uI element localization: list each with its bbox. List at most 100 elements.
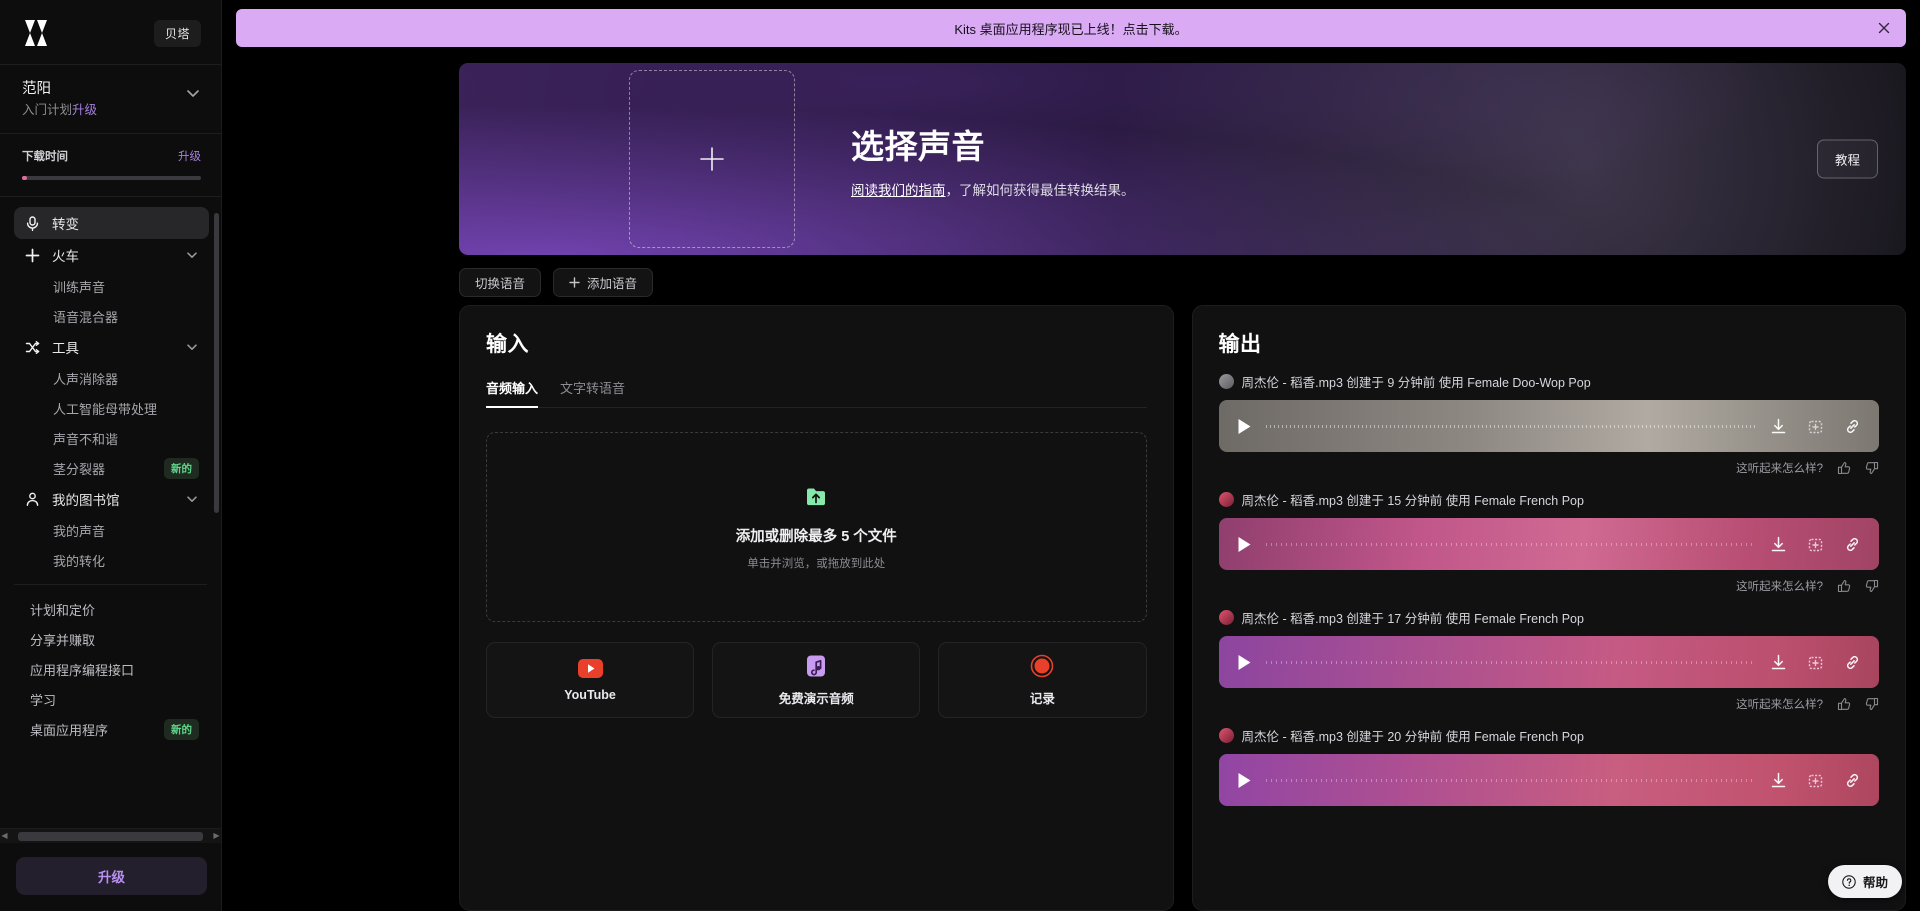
track-feedback: 这听起来怎么样? [1219,696,1880,712]
scroll-left-arrow-icon[interactable]: ◀ [0,832,9,840]
source-record-button[interactable]: 记录 [938,642,1147,718]
kits-logo-icon[interactable] [22,18,56,48]
usage-row: 下载时间 升级 [22,148,201,164]
source-label: 免费演示音频 [778,691,854,706]
sidebar-link-desktop-app[interactable]: 桌面应用程序 新的 [14,714,209,744]
file-dropzone[interactable]: 添加或删除最多 5 个文件 单击并浏览，或拖放到此处 [486,432,1147,622]
link-icon[interactable] [1844,772,1861,789]
dropzone-title: 添加或删除最多 5 个文件 [735,528,897,545]
account-name: 范阳 [22,81,51,97]
scroll-right-arrow-icon[interactable]: ▶ [212,832,221,840]
link-icon[interactable] [1844,654,1861,671]
thumbs-up-icon[interactable] [1837,579,1851,593]
track-header: 周杰伦 - 稻香.mp3 创建于 15 分钟前 使用 Female French… [1218,490,1880,509]
account-plan-upgrade-link[interactable]: 升级 [72,103,97,117]
select-voice-dropzone[interactable] [629,70,795,248]
thumbs-down-icon[interactable] [1865,461,1879,475]
plus-icon [569,277,580,288]
tutorial-button[interactable]: 教程 [1816,139,1878,179]
sidebar-item-convert[interactable]: 转变 [14,207,209,239]
player-actions [1770,654,1861,671]
new-badge: 新的 [164,457,199,479]
help-button[interactable]: 帮助 [1827,865,1902,898]
download-icon[interactable] [1770,772,1787,789]
sidebar-item-label: 我的声音 [53,523,106,539]
track-feedback: 这听起来怎么样? [1219,578,1880,594]
waveform[interactable] [1265,660,1756,664]
sidebar-link-label: 应用程序编程接口 [30,662,135,678]
sidebar-horizontal-scrollbar[interactable]: ◀ ▶ [0,828,221,843]
save-icon[interactable] [1807,654,1824,671]
link-icon[interactable] [1844,418,1861,435]
add-voice-button[interactable]: 添加语音 [553,268,654,297]
thumbs-down-icon[interactable] [1865,697,1879,711]
tab-text-to-speech[interactable]: 文字转语音 [560,378,625,407]
sidebar-header: 贝塔 [0,0,221,64]
audio-player[interactable] [1218,636,1879,688]
sidebar-link-api[interactable]: 应用程序编程接口 [14,654,209,684]
sidebar-item-voice-discord[interactable]: 声音不和谐 [14,423,209,453]
main-content: Kits 桌面应用程序现已上线！点击下载。 选择声音 阅读我们的指南，了解如何获… [222,0,1920,911]
sidebar-link-learn[interactable]: 学习 [14,684,209,714]
play-icon[interactable] [1237,772,1252,789]
sidebar-link-share-earn[interactable]: 分享并赚取 [14,624,209,654]
thumbs-up-icon[interactable] [1837,697,1851,711]
switch-voice-label: 切换语音 [475,277,526,291]
upgrade-button[interactable]: 升级 [16,857,207,895]
chevron-down-icon [187,252,197,258]
download-icon[interactable] [1770,654,1787,671]
track-header: 周杰伦 - 稻香.mp3 创建于 20 分钟前 使用 Female French… [1218,726,1880,745]
thumbs-up-icon[interactable] [1837,461,1851,475]
sidebar-item-my-library[interactable]: 我的图书馆 [14,483,209,515]
shuffle-icon [25,340,40,354]
audio-player[interactable] [1218,518,1879,570]
sidebar-item-train-voice[interactable]: 训练声音 [14,271,209,301]
feedback-label: 这听起来怎么样? [1736,463,1823,475]
play-icon[interactable] [1237,418,1252,435]
sidebar-item-stem-splitter[interactable]: 茎分裂器 新的 [14,453,209,483]
save-icon[interactable] [1807,536,1824,553]
account-switcher[interactable]: 范阳 入门计划升级 [0,65,221,133]
play-icon[interactable] [1237,536,1252,553]
sidebar-item-train[interactable]: 火车 [14,239,209,271]
download-icon[interactable] [1770,536,1787,553]
waveform[interactable] [1265,424,1756,428]
sidebar-item-ai-mastering[interactable]: 人工智能母带处理 [14,393,209,423]
thumbs-down-icon[interactable] [1865,579,1879,593]
sidebar-item-vocal-remover[interactable]: 人声消除器 [14,363,209,393]
sidebar-item-my-conversions[interactable]: 我的转化 [14,545,209,575]
source-youtube-button[interactable]: YouTube [486,642,695,718]
usage-upgrade-link[interactable]: 升级 [178,148,201,164]
music-note-icon [807,655,826,676]
guide-link[interactable]: 阅读我们的指南 [851,183,946,198]
sidebar-link-plans-pricing[interactable]: 计划和定价 [14,594,209,624]
audio-player[interactable] [1218,400,1879,452]
save-icon[interactable] [1807,418,1824,435]
save-icon[interactable] [1807,772,1824,789]
waveform[interactable] [1265,778,1756,782]
player-actions [1770,772,1861,789]
waveform[interactable] [1265,542,1756,546]
close-icon[interactable] [1876,20,1892,36]
sidebar-item-tools[interactable]: 工具 [14,331,209,363]
announcement-text: Kits 桌面应用程序现已上线！点击下载。 [954,21,1188,37]
audio-player[interactable] [1218,754,1879,806]
output-track: 周杰伦 - 稻香.mp3 创建于 9 分钟前 使用 Female Doo-Wop… [1218,372,1879,476]
sidebar-vertical-scrollbar[interactable] [214,213,219,513]
sidebar-item-voice-blender[interactable]: 语音混合器 [14,301,209,331]
beta-badge: 贝塔 [153,19,201,47]
sidebar-item-my-voices[interactable]: 我的声音 [14,515,209,545]
sidebar-item-label: 工具 [52,341,79,356]
source-free-demo-audio-button[interactable]: 免费演示音频 [712,642,921,718]
announcement-banner[interactable]: Kits 桌面应用程序现已上线！点击下载。 [236,9,1906,47]
account-plan: 入门计划升级 [22,103,98,117]
download-icon[interactable] [1770,418,1787,435]
hero-title: 选择声音 [851,127,985,165]
scrollbar-thumb[interactable] [18,831,203,841]
switch-voice-button[interactable]: 切换语音 [459,268,542,297]
link-icon[interactable] [1844,536,1861,553]
play-icon[interactable] [1237,654,1252,671]
sidebar-item-label: 语音混合器 [53,309,119,325]
tab-audio-input[interactable]: 音频输入 [486,378,539,408]
record-icon [1031,654,1054,677]
